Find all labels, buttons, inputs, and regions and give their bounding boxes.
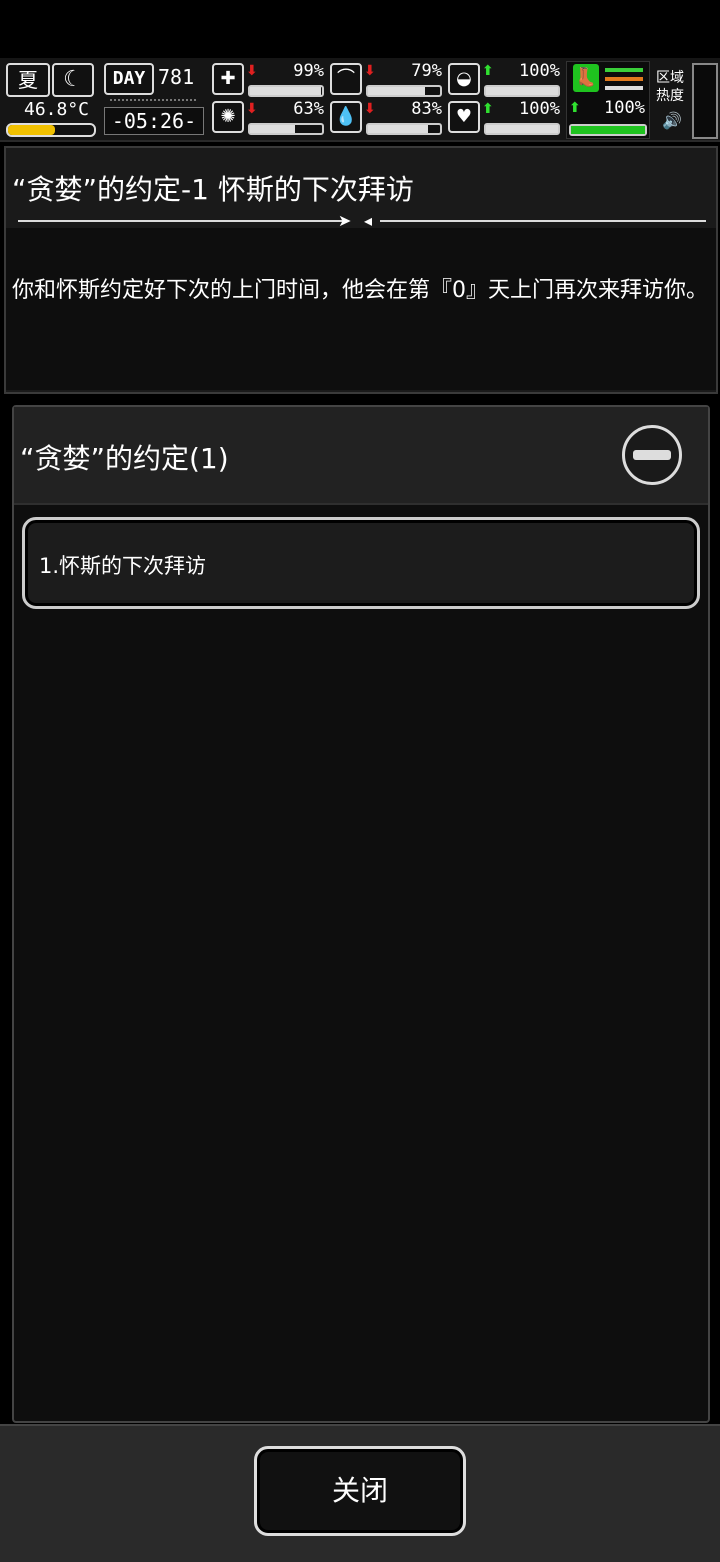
stat-bar	[366, 85, 442, 97]
stat-value: 100%	[519, 99, 560, 119]
clock-readout: -05:26-	[104, 107, 204, 135]
speed-bar-fill	[571, 126, 645, 134]
title-divider-right	[380, 220, 706, 222]
stat-bar-fill	[368, 87, 425, 95]
stat-value: 83%	[411, 99, 442, 119]
area-heat-label: 区域热度	[656, 70, 684, 104]
stat-bar	[366, 123, 442, 135]
stat-water-drop[interactable]: 💧 ⬇ 83%	[330, 99, 446, 135]
water-drop-icon: 💧	[330, 101, 362, 133]
up-arrow-icon: ⬆	[482, 101, 494, 117]
season-badge: 夏	[6, 63, 50, 97]
stat-bar	[484, 123, 560, 135]
stat-bar-fill	[250, 87, 322, 95]
collapse-group-button[interactable]	[622, 425, 682, 485]
pill-icon: ◒	[448, 63, 480, 95]
vital-stats-panel: ✚ ⬇ 99% ⌒ ⬇ 79% ◒ ⬆ 100% ✺ ⬇ 63% 💧 ⬇ 83% ♥ ⬆ 100%	[212, 61, 562, 137]
quest-detail-title: “贪婪”的约定-1 怀斯的下次拜访	[12, 173, 414, 206]
quest-detail-card: “贪婪”的约定-1 怀斯的下次拜访 ➤ ◂ 你和怀斯约定好下次的上门时间，他会在…	[4, 146, 718, 394]
stat-brain[interactable]: ✺ ⬇ 63%	[212, 99, 328, 135]
stat-value: 79%	[411, 61, 442, 81]
stat-bar-fill	[486, 125, 558, 133]
minus-icon	[633, 450, 671, 460]
quest-group-header[interactable]: “贪婪”的约定(1)	[14, 407, 708, 505]
stat-bar	[248, 85, 324, 97]
down-arrow-icon: ⬇	[246, 63, 258, 79]
stat-bar	[248, 123, 324, 135]
thermometer-bar	[6, 123, 96, 137]
speed-lines-icon	[605, 68, 643, 95]
area-heat-meter	[692, 63, 718, 139]
quest-detail-text: 你和怀斯约定好下次的上门时间，他会在第『0』天上门再次来拜访你。	[12, 278, 708, 303]
speed-value: 100%	[604, 98, 645, 118]
day-number: 781	[158, 65, 195, 89]
down-arrow-icon: ⬇	[364, 63, 376, 79]
day-badge: DAY	[104, 63, 154, 95]
quest-detail-body: 你和怀斯约定好下次的上门时间，他会在第『0』天上门再次来拜访你。	[6, 228, 716, 390]
temperature-readout: 46.8°C	[24, 99, 90, 120]
speed-bar	[569, 124, 647, 136]
day-progress-dots	[110, 99, 196, 105]
stat-value: 100%	[519, 61, 560, 81]
speaker-icon[interactable]: 🔊	[662, 111, 682, 130]
close-button[interactable]: 关闭	[254, 1446, 466, 1536]
stat-heart[interactable]: ♥ ⬆ 100%	[448, 99, 564, 135]
stat-value: 99%	[293, 61, 324, 81]
footer-bar: 关闭	[0, 1424, 720, 1562]
moon-icon: ☾	[52, 63, 94, 97]
thermometer-fill	[8, 125, 56, 135]
boot-icon: 👢	[573, 64, 599, 92]
quest-group-title: “贪婪”的约定(1)	[20, 442, 229, 475]
stat-medkit[interactable]: ✚ ⬇ 99%	[212, 61, 328, 97]
stat-bar-fill	[250, 125, 296, 133]
status-hud: 夏 ☾ 46.8°C DAY 781 -05:26- ✚ ⬇ 99% ⌒ ⬇ 79% ◒ ⬆ 1…	[0, 58, 720, 142]
heart-icon: ♥	[448, 101, 480, 133]
weather-panel: 夏 ☾ 46.8°C	[4, 61, 98, 137]
quest-list-panel: “贪婪”的约定(1) 1.怀斯的下次拜访	[12, 405, 710, 1423]
up-arrow-icon: ⬆	[482, 63, 494, 79]
speed-panel[interactable]: 👢 ⬆ 100%	[566, 61, 650, 139]
day-clock-panel: DAY 781 -05:26-	[104, 61, 204, 137]
quest-item-label: 1.怀斯的下次拜访	[39, 554, 207, 578]
stat-stomach[interactable]: ⌒ ⬇ 79%	[330, 61, 446, 97]
down-arrow-icon: ⬇	[246, 101, 258, 117]
stat-bar	[484, 85, 560, 97]
stat-pill[interactable]: ◒ ⬆ 100%	[448, 61, 564, 97]
stomach-icon: ⌒	[330, 63, 362, 95]
stat-value: 63%	[293, 99, 324, 119]
down-arrow-icon: ⬇	[364, 101, 376, 117]
title-divider-left	[18, 220, 346, 222]
quest-list-item[interactable]: 1.怀斯的下次拜访	[22, 517, 700, 609]
area-heat-panel[interactable]: 区域热度 🔊	[652, 61, 718, 139]
stat-bar-fill	[368, 125, 428, 133]
brain-icon: ✺	[212, 101, 244, 133]
stat-bar-fill	[486, 87, 558, 95]
speed-up-arrow-icon: ⬆	[569, 100, 581, 116]
medkit-icon: ✚	[212, 63, 244, 95]
